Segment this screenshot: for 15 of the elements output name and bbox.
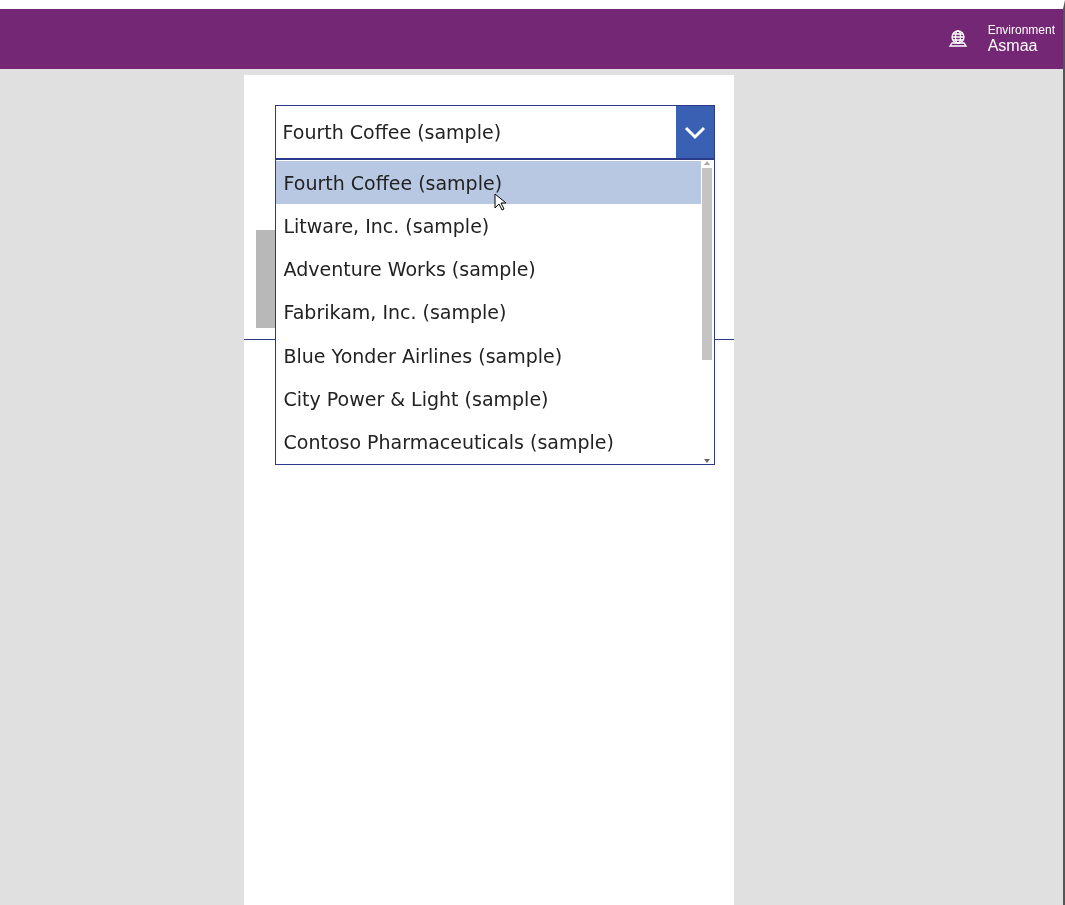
dropdown-option[interactable]: Blue Yonder Airlines (sample) (275, 334, 701, 378)
chevron-icon[interactable] (675, 106, 714, 158)
dropdown-option[interactable]: Adventure Works (sample) (275, 247, 701, 291)
cursor-icon (493, 193, 506, 211)
scroll-down-arrow-icon[interactable] (703, 458, 711, 464)
dropdown-option[interactable]: Contoso Pharmaceuticals (sample) (275, 420, 701, 464)
environment-name[interactable]: Asmaa (987, 37, 1055, 55)
globe-icon (947, 29, 968, 49)
dropdown-option[interactable]: Fabrikam, Inc. (sample) (275, 290, 701, 335)
dropdown-field[interactable]: Fourth Coffee (sample) (274, 105, 715, 159)
dropdown-option[interactable]: City Power & Light (sample) (275, 377, 701, 421)
environment-label: Environment (987, 23, 1055, 37)
scrollbar[interactable] (700, 160, 714, 464)
dropdown-option[interactable]: Litware, Inc. (sample) (275, 204, 701, 248)
dropdown-option[interactable]: Fourth Coffee (sample) (275, 161, 701, 205)
